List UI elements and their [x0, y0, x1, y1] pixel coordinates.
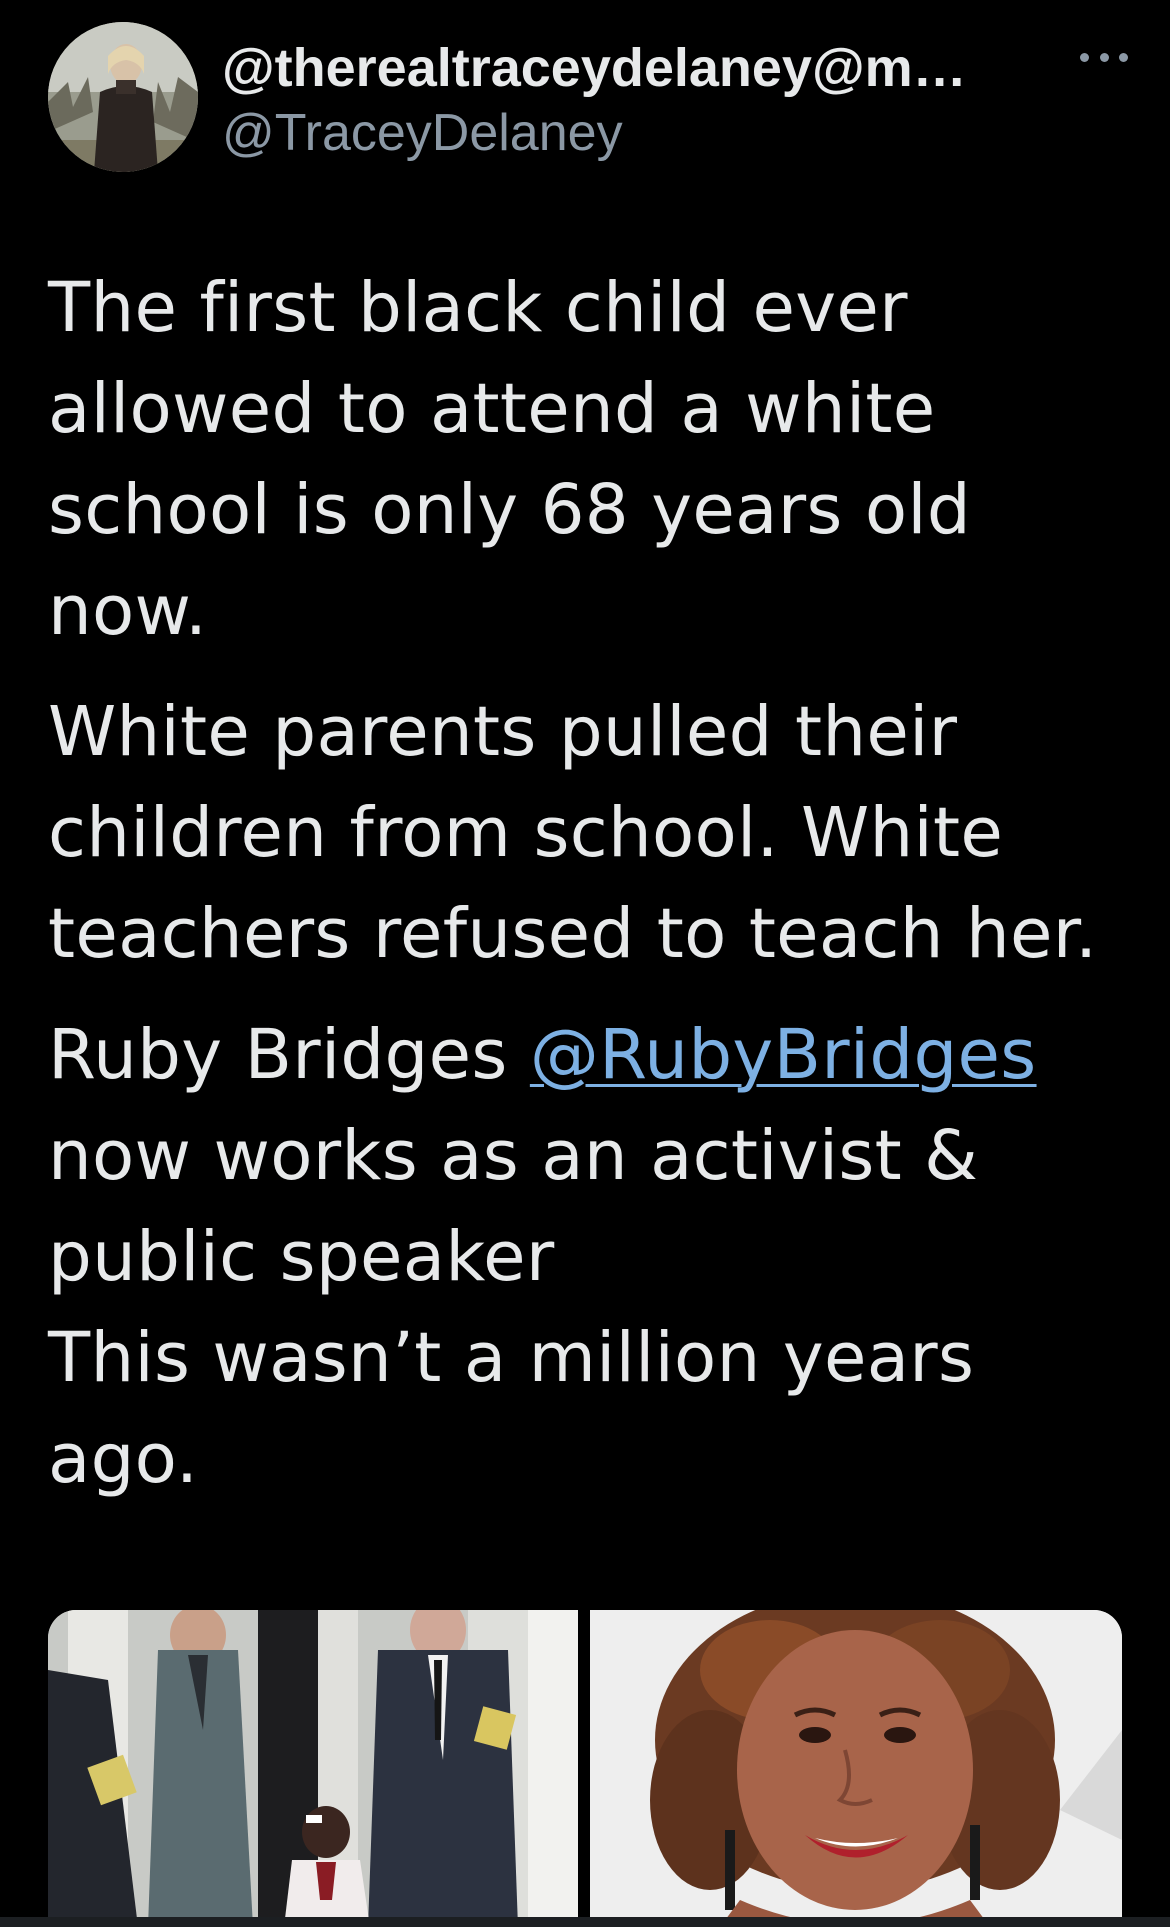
tweet-line: teachers refused to teach her.	[48, 894, 1098, 974]
tweet-line: now.	[48, 571, 208, 651]
tweet-text: The first black child ever allowed to at…	[48, 258, 1138, 1530]
tweet-paragraph-2: White parents pulled their children from…	[48, 682, 1138, 985]
historical-photo-icon	[48, 1610, 578, 1927]
portrait-photo-icon	[590, 1610, 1122, 1927]
tweet-header: @therealtraceydelaney@m… @TraceyDelaney	[48, 22, 1128, 177]
media-image-portrait[interactable]	[590, 1610, 1122, 1927]
tweet-line: school is only 68 years old	[48, 470, 971, 550]
tweet-line: White parents pulled their	[48, 692, 958, 772]
tweet-line: now works as an activist &	[48, 1116, 979, 1196]
tweet-paragraph-3: Ruby Bridges @RubyBridges now works as a…	[48, 1005, 1138, 1510]
more-dot	[1119, 52, 1128, 62]
more-dot	[1099, 52, 1109, 62]
tweet-line: This wasn’t a million years	[48, 1318, 975, 1398]
tweet-line-prefix: Ruby Bridges	[48, 1015, 530, 1095]
tweet-line: children from school. White	[48, 793, 1004, 873]
tweet-line: The first black child ever	[48, 268, 908, 348]
media-image-historical[interactable]	[48, 1610, 578, 1927]
tweet-line: Ruby Bridges @RubyBridges	[48, 1005, 1138, 1106]
bottom-divider	[0, 1917, 1170, 1927]
tweet-paragraph-1: The first black child ever allowed to at…	[48, 258, 1138, 662]
more-dot	[1080, 52, 1089, 62]
more-dots-icon[interactable]	[1080, 42, 1128, 72]
author-handle[interactable]: @TraceyDelaney	[222, 100, 1082, 166]
author-names: @therealtraceydelaney@m… @TraceyDelaney	[222, 36, 1082, 166]
tweet-line: public speaker	[48, 1217, 555, 1297]
tweet-line: allowed to attend a white	[48, 369, 936, 449]
mention-link[interactable]: @RubyBridges	[530, 1015, 1037, 1095]
avatar-image	[48, 22, 198, 172]
author-avatar[interactable]	[48, 22, 198, 172]
author-display-name[interactable]: @therealtraceydelaney@m…	[222, 36, 1082, 100]
tweet-media	[48, 1610, 1122, 1927]
tweet-line: ago.	[48, 1419, 199, 1499]
